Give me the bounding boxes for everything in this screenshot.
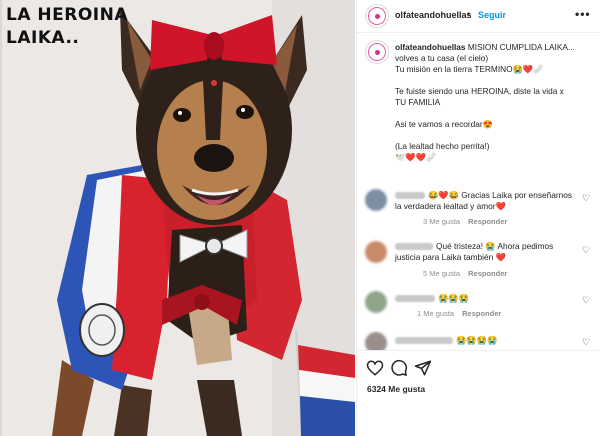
post-actions-bar: 6324 Me gusta bbox=[357, 350, 600, 436]
caption-line-2: volves a tu casa (el cielo) bbox=[395, 53, 489, 63]
comment-text-line: 😂❤️😂 Gracias Laika por enseñarnos bbox=[428, 190, 572, 200]
caption-text: olfateandohuellas MISION CUMPLIDA LAIKA.… bbox=[395, 42, 595, 163]
author-avatar[interactable] bbox=[365, 4, 389, 28]
caption-line-8: Asi te vamos a recordar😍 bbox=[395, 119, 493, 129]
comment-item: 😂❤️😂 Gracias Laika por enseñarnos la ver… bbox=[357, 184, 600, 228]
caption-username[interactable]: olfateandohuellas bbox=[395, 42, 466, 52]
caption-line-11: 🕊️❤️❤️🩹 bbox=[395, 152, 437, 162]
comment-item: 😭😭😭😭 ♡ bbox=[357, 328, 600, 350]
commenter-avatar[interactable] bbox=[365, 332, 387, 350]
commenter-username-blurred[interactable] bbox=[395, 243, 433, 251]
commenter-username-blurred[interactable] bbox=[395, 192, 425, 200]
caption-line-5: Te fuiste siendo una HEROINA, diste la v… bbox=[395, 86, 564, 96]
comment-likes[interactable]: 5 Me gusta bbox=[423, 269, 460, 278]
brand-logo-dot bbox=[374, 13, 380, 19]
likes-count[interactable]: 6324 Me gusta bbox=[367, 384, 425, 394]
comment-like-heart-icon[interactable]: ♡ bbox=[582, 193, 590, 204]
photo-overlay-title: LA HEROINA LAIKA.. bbox=[6, 5, 128, 48]
dog-illustration bbox=[2, 0, 355, 436]
caption-line-1: MISION CUMPLIDA LAIKA... bbox=[467, 42, 575, 52]
commenter-avatar[interactable] bbox=[365, 291, 387, 313]
comment-text-line: 😭😭😭 bbox=[438, 293, 469, 303]
post-photo[interactable]: LA HEROINA LAIKA.. bbox=[2, 0, 355, 436]
commenter-avatar[interactable] bbox=[365, 241, 387, 263]
header-separator: • bbox=[467, 9, 471, 19]
heart-icon[interactable] bbox=[366, 359, 384, 377]
comment-like-heart-icon[interactable]: ♡ bbox=[582, 295, 590, 306]
comment-text: Qué tristeza! 😭 Ahora pedimos justicia p… bbox=[395, 241, 575, 263]
comment-meta: 5 Me gusta Responder bbox=[423, 269, 515, 278]
comment-text-line: la verdadera lealtad y amor❤️ bbox=[395, 201, 506, 211]
comment-text: 😭😭😭 bbox=[395, 293, 575, 304]
comment-meta: 3 Me gusta Responder bbox=[423, 217, 515, 226]
commenter-username-blurred[interactable] bbox=[395, 337, 453, 345]
comment-like-heart-icon[interactable]: ♡ bbox=[582, 337, 590, 348]
commenter-username-blurred[interactable] bbox=[395, 295, 435, 303]
comment-icon[interactable] bbox=[390, 359, 408, 377]
comment-likes[interactable]: 1 Me gusta bbox=[417, 309, 454, 318]
comment-text: 😂❤️😂 Gracias Laika por enseñarnos la ver… bbox=[395, 190, 575, 212]
caption-line-3: Tu misión en la tierra TERMINO😭❤️🩹 bbox=[395, 64, 544, 74]
share-icon[interactable] bbox=[414, 359, 432, 377]
reply-button[interactable]: Responder bbox=[468, 217, 507, 226]
comment-item: 😭😭😭 1 Me gusta Responder ♡ bbox=[357, 288, 600, 332]
comment-text: 😭😭😭😭 bbox=[395, 335, 575, 346]
comment-meta: 1 Me gusta Responder bbox=[417, 309, 509, 318]
reply-button[interactable]: Responder bbox=[468, 269, 507, 278]
brand-logo-dot bbox=[374, 49, 380, 55]
post-header: olfateandohuellas • Seguir ••• bbox=[357, 0, 600, 33]
commenter-avatar[interactable] bbox=[365, 189, 387, 211]
comment-text-line: justicia para Laika también ❤️ bbox=[395, 252, 506, 262]
follow-button[interactable]: Seguir bbox=[478, 10, 506, 20]
reply-button[interactable]: Responder bbox=[462, 309, 501, 318]
post-details-panel: olfateandohuellas • Seguir ••• olfateand… bbox=[356, 0, 600, 436]
comment-item: Qué tristeza! 😭 Ahora pedimos justicia p… bbox=[357, 238, 600, 282]
comment-like-heart-icon[interactable]: ♡ bbox=[582, 245, 590, 256]
instagram-post-window: LA HEROINA LAIKA.. olfateandohuellas • S… bbox=[0, 0, 600, 436]
comment-likes[interactable]: 3 Me gusta bbox=[423, 217, 460, 226]
author-username[interactable]: olfateandohuellas bbox=[395, 10, 472, 20]
caption-line-6: TU FAMILIA bbox=[395, 97, 441, 107]
caption-line-10: (La lealtad hecho perrita!) bbox=[395, 141, 490, 151]
comment-text-line: 😭😭😭😭 bbox=[456, 335, 498, 345]
caption-author-avatar[interactable] bbox=[365, 40, 389, 64]
comment-text-line: Qué tristeza! 😭 Ahora pedimos bbox=[436, 241, 554, 251]
more-options-icon[interactable]: ••• bbox=[575, 7, 591, 21]
